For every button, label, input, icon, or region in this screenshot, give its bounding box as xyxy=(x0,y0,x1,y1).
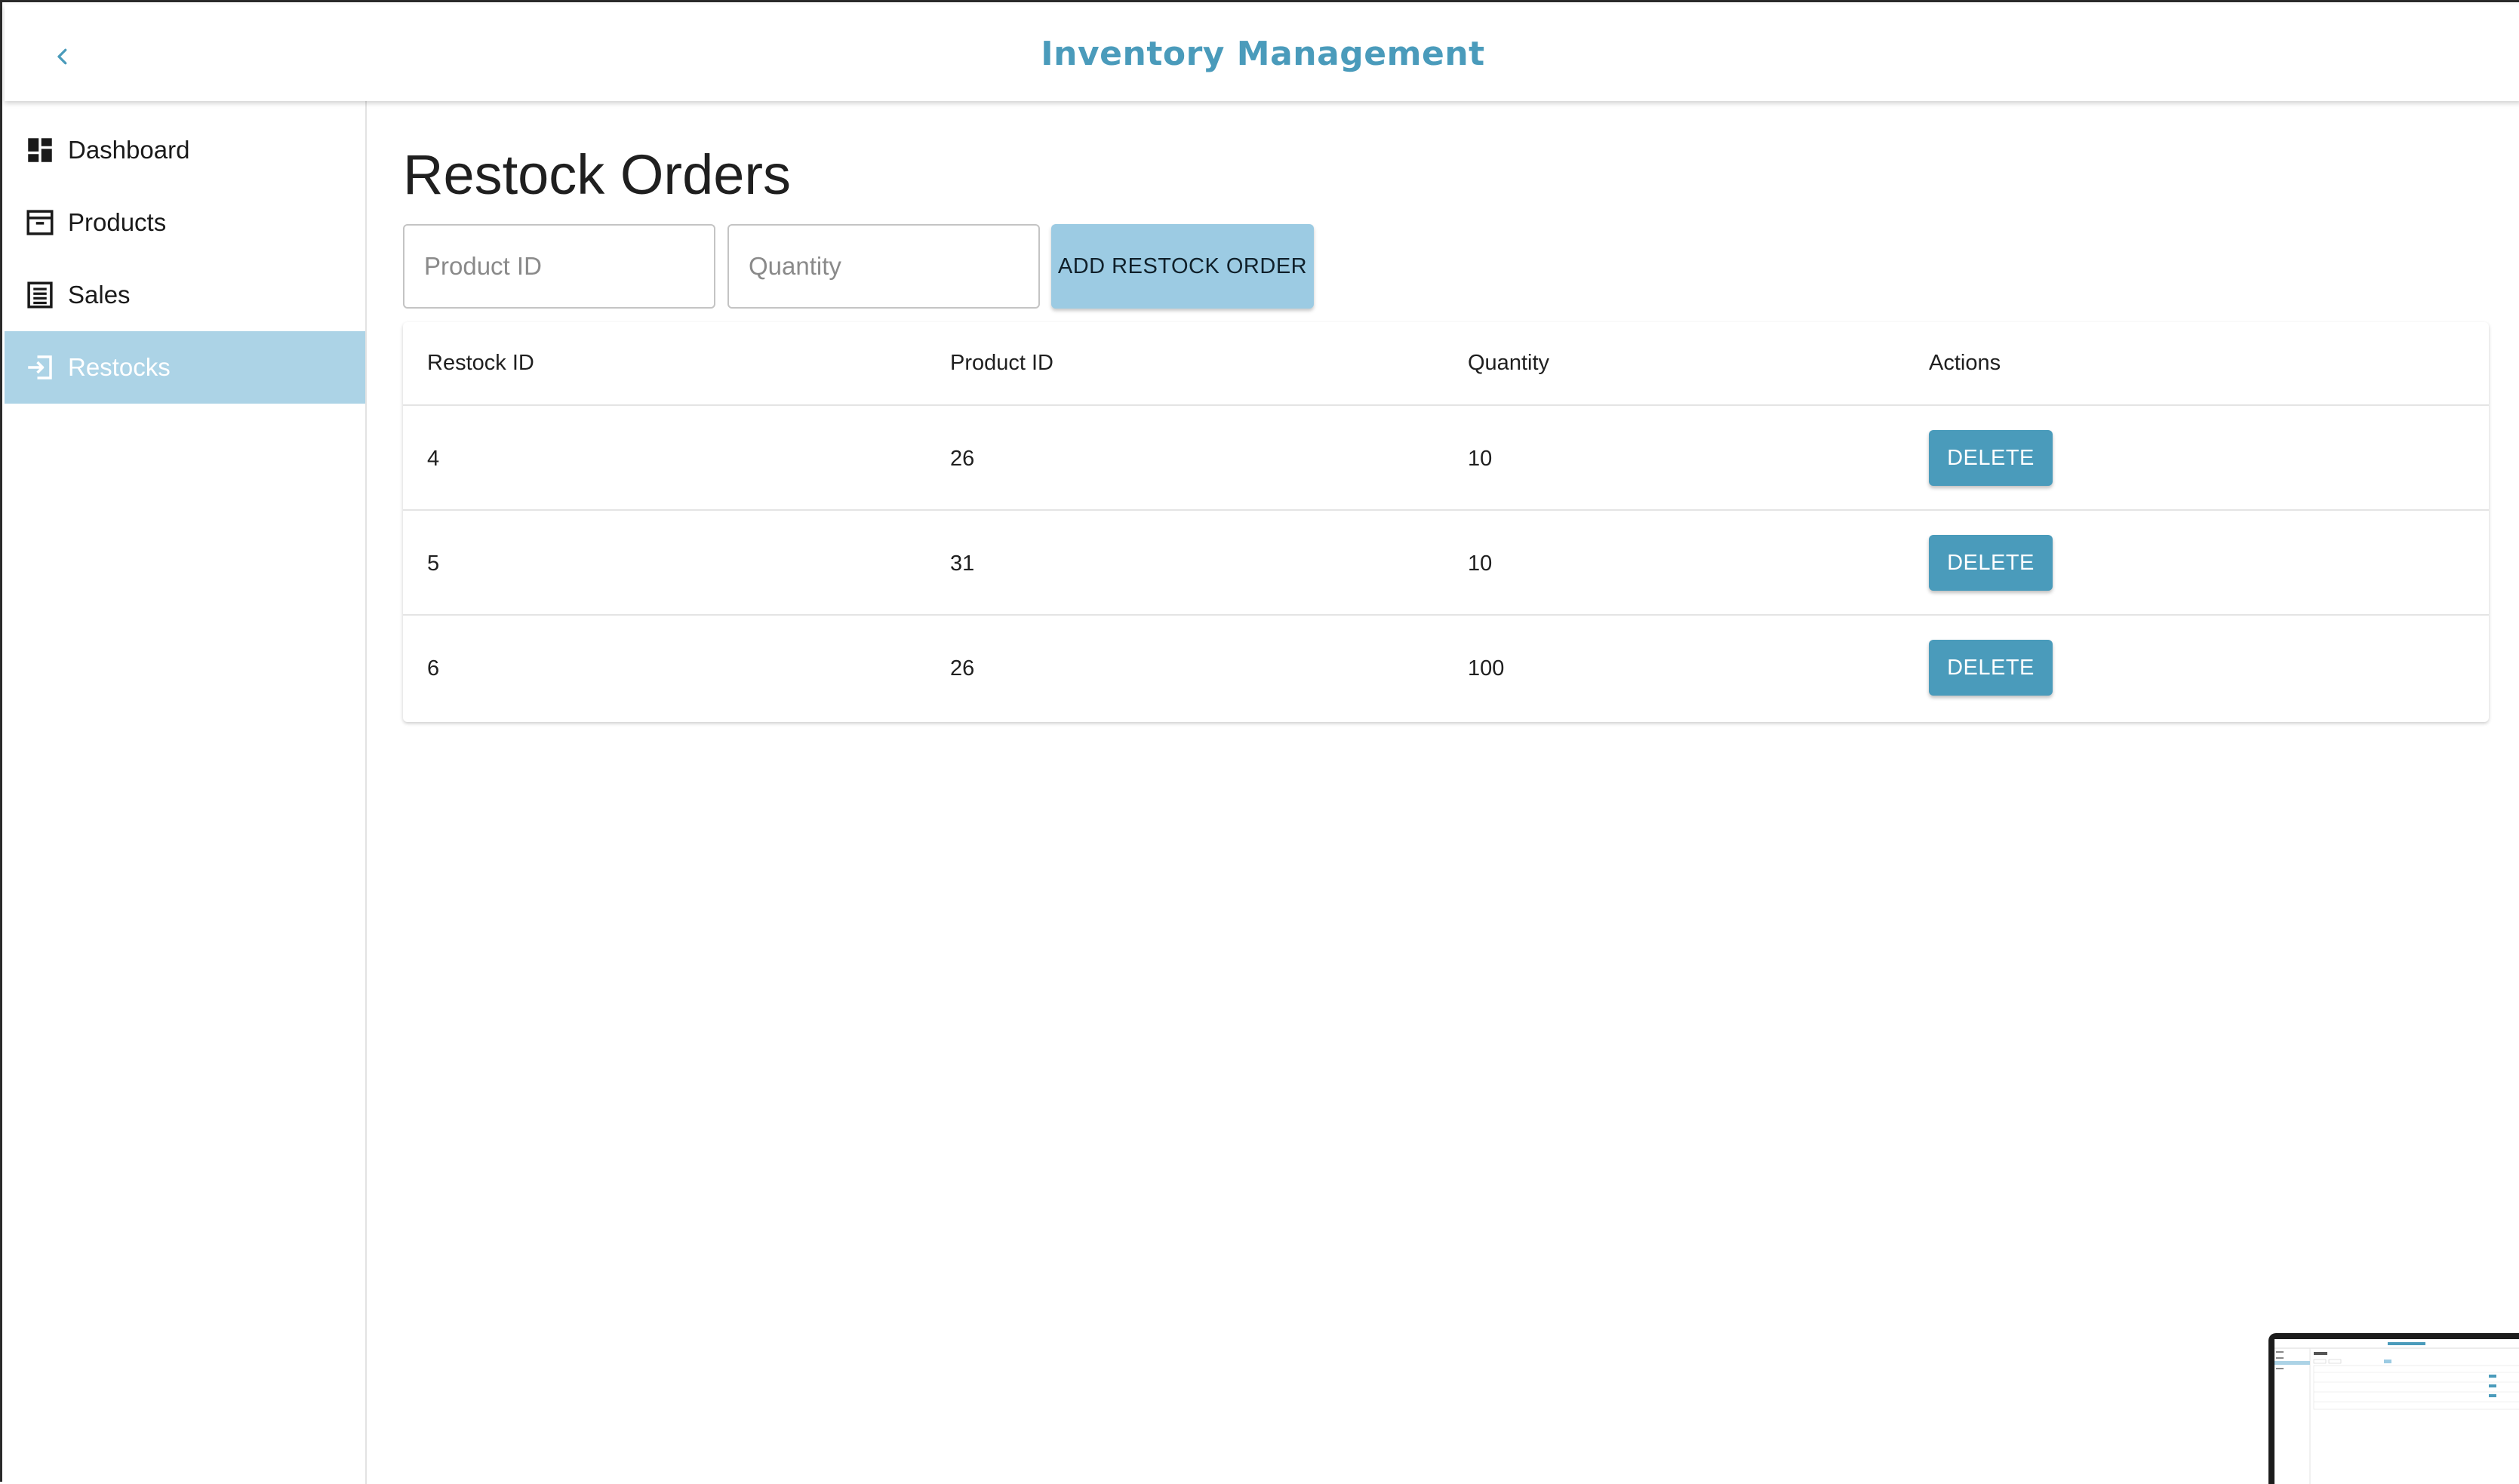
sidebar-item-label: Dashboard xyxy=(68,136,190,164)
restock-table: Restock ID Product ID Quantity Actions 4… xyxy=(403,322,2489,722)
sidebar-item-label: Products xyxy=(68,208,167,236)
product-id-field[interactable] xyxy=(403,224,715,309)
sidebar: Dashboard Products Sales Restocks xyxy=(5,101,367,1484)
product-id-cell: 26 xyxy=(950,656,975,681)
archive-box-icon xyxy=(26,210,54,235)
delete-button[interactable]: DELETE xyxy=(1929,640,2053,696)
column-header-actions: Actions xyxy=(1929,351,2001,375)
add-restock-order-button[interactable]: ADD RESTOCK ORDER xyxy=(1051,224,1314,309)
table-row: 6 26 100 DELETE xyxy=(403,616,2489,720)
column-header-product-id: Product ID xyxy=(950,351,1053,375)
screenshot-thumbnail[interactable] xyxy=(2268,1333,2519,1484)
delete-button[interactable]: DELETE xyxy=(1929,430,2053,486)
table-header-row: Restock ID Product ID Quantity Actions xyxy=(403,322,2489,406)
table-row: 5 31 10 DELETE xyxy=(403,511,2489,616)
product-id-input[interactable] xyxy=(404,226,714,307)
login-arrow-icon xyxy=(28,355,52,379)
sidebar-item-label: Sales xyxy=(68,281,131,309)
app-window: Inventory Management Dashboard Products xyxy=(0,0,2519,1484)
receipt-icon xyxy=(27,281,53,309)
quantity-cell: 100 xyxy=(1468,656,1505,681)
table-row: 4 26 10 DELETE xyxy=(403,406,2489,511)
sidebar-item-products[interactable]: Products xyxy=(5,186,365,259)
dashboard-icon xyxy=(28,138,52,162)
app-title: Inventory Management xyxy=(1041,35,1485,73)
quantity-cell: 10 xyxy=(1468,447,1493,471)
screenshot-thumbnail-preview xyxy=(2274,1339,2519,1484)
column-header-restock-id: Restock ID xyxy=(427,351,534,375)
quantity-input[interactable] xyxy=(729,226,1038,307)
sidebar-item-sales[interactable]: Sales xyxy=(5,259,365,331)
delete-button[interactable]: DELETE xyxy=(1929,535,2053,591)
restock-id-cell: 6 xyxy=(427,656,440,681)
product-id-cell: 31 xyxy=(950,552,975,576)
sidebar-item-restocks[interactable]: Restocks xyxy=(5,331,365,404)
quantity-field[interactable] xyxy=(727,224,1040,309)
page-title: Restock Orders xyxy=(403,143,792,206)
restock-id-cell: 4 xyxy=(427,447,440,471)
thumbnail-image xyxy=(2274,1339,2519,1484)
restock-id-cell: 5 xyxy=(427,552,440,576)
sidebar-item-label: Restocks xyxy=(68,353,171,381)
app-bar: Inventory Management xyxy=(5,5,2519,101)
quantity-cell: 10 xyxy=(1468,552,1493,576)
product-id-cell: 26 xyxy=(950,447,975,471)
column-header-quantity: Quantity xyxy=(1468,351,1549,375)
sidebar-item-dashboard[interactable]: Dashboard xyxy=(5,114,365,186)
